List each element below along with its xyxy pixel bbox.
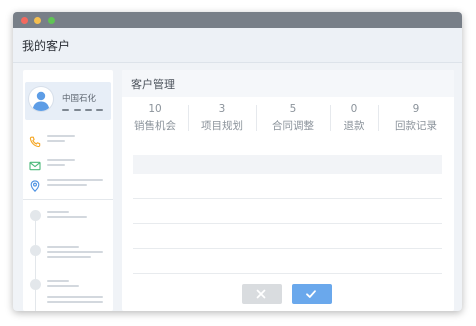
timeline-text-placeholder (47, 216, 87, 218)
stat-payment-records[interactable]: 9 回款记录 (378, 103, 454, 133)
timeline-text-placeholder (47, 301, 103, 303)
table-row[interactable] (133, 273, 442, 274)
address-text-placeholder (47, 184, 87, 186)
timeline-text-placeholder (47, 256, 91, 258)
customer-management-panel: 客户管理 10 销售机会 3 项目规划 5 合同调整 0 退款 9 回款记录 (122, 70, 454, 311)
timeline-text-placeholder (47, 280, 69, 282)
stat-sales-opportunities[interactable]: 10 销售机会 (122, 103, 188, 133)
stat-count: 5 (289, 103, 297, 115)
address-text-placeholder (47, 179, 103, 181)
stat-count: 3 (218, 103, 226, 115)
location-pin-icon (29, 177, 41, 192)
window-minimize-button[interactable] (34, 17, 41, 24)
page-header: 我的客户 (13, 28, 462, 63)
masked-text-dash (85, 109, 92, 111)
timeline-text-placeholder (47, 296, 103, 298)
timeline-text-placeholder (47, 285, 79, 287)
stat-label: 退款 (343, 120, 365, 132)
customer-sidebar: 中国石化 (23, 70, 113, 311)
phone-text-placeholder (47, 135, 75, 137)
table-row[interactable] (133, 198, 442, 199)
stat-count: 9 (412, 103, 420, 115)
phone-text-placeholder (47, 140, 65, 142)
masked-text-dash (96, 109, 103, 111)
timeline-dot (30, 245, 41, 256)
panel-title: 客户管理 (131, 78, 175, 91)
table-row[interactable] (133, 223, 442, 224)
checkmark-icon (306, 290, 316, 298)
table-header (133, 155, 442, 174)
window-close-button[interactable] (21, 17, 28, 24)
sidebar-divider (23, 199, 113, 200)
table-row[interactable] (133, 248, 442, 249)
stat-label: 回款记录 (395, 120, 437, 132)
stat-project-planning[interactable]: 3 项目规划 (188, 103, 256, 133)
timeline-line (35, 210, 36, 311)
timeline-text-placeholder (47, 211, 69, 213)
contact-email-row[interactable] (29, 157, 109, 171)
email-text-placeholder (47, 164, 65, 166)
timeline-text-placeholder (47, 246, 79, 248)
confirm-button[interactable] (292, 284, 332, 304)
stat-label: 合同调整 (272, 120, 314, 132)
panel-header: 客户管理 (122, 70, 454, 97)
email-text-placeholder (47, 159, 75, 161)
cancel-button[interactable] (242, 284, 282, 304)
timeline-dot (30, 210, 41, 221)
stat-label: 销售机会 (134, 120, 176, 132)
timeline-dot (30, 279, 41, 290)
stat-refunds[interactable]: 0 退款 (330, 103, 378, 133)
user-avatar-icon (29, 87, 53, 111)
masked-text-dash (62, 109, 69, 111)
page-title: 我的客户 (22, 39, 71, 53)
contact-address-row[interactable] (29, 177, 109, 192)
window-titlebar (13, 12, 462, 28)
company-name: 中国石化 (62, 94, 97, 104)
stat-count: 0 (350, 103, 358, 115)
customer-profile-card[interactable]: 中国石化 (25, 82, 111, 120)
timeline-text-placeholder (47, 251, 103, 253)
contact-phone-row[interactable] (29, 133, 109, 148)
app-window: 我的客户 中国石化 客户管理 10 销售机会 3 项目规划 5 合同调整 0 退… (13, 12, 462, 311)
window-zoom-button[interactable] (48, 17, 55, 24)
mail-icon (29, 157, 41, 171)
masked-text-dash (74, 109, 81, 111)
stat-count: 10 (148, 103, 162, 115)
close-icon (256, 289, 266, 299)
stat-label: 项目规划 (201, 120, 243, 132)
stat-contract-adjustments[interactable]: 5 合同调整 (256, 103, 330, 133)
phone-icon (29, 133, 41, 148)
